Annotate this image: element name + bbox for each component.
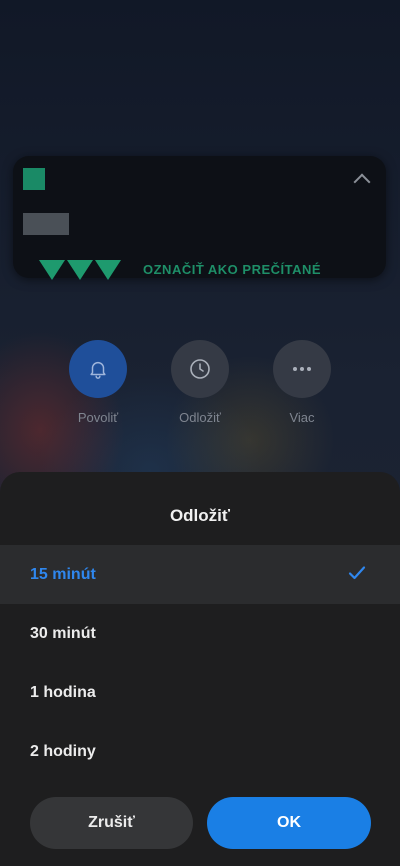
decoration-triangle xyxy=(95,260,121,280)
cancel-button[interactable]: Zrušiť xyxy=(30,797,193,849)
snooze-action[interactable]: Odložiť xyxy=(160,340,240,425)
option-15-minutes[interactable]: 15 minút xyxy=(0,545,400,604)
more-dots-icon xyxy=(293,367,311,371)
clock-icon xyxy=(190,359,210,379)
notification-card[interactable]: OZNAČIŤ AKO PREČÍTANÉ xyxy=(13,156,386,280)
snooze-label: Odložiť xyxy=(179,410,221,425)
snooze-bottom-sheet: Odložiť 15 minút 30 minút 1 hodina 2 hod… xyxy=(0,472,400,866)
option-label: 30 minút xyxy=(30,624,96,642)
option-1-hour[interactable]: 1 hodina xyxy=(0,663,400,722)
option-label: 1 hodina xyxy=(30,683,96,701)
more-action[interactable]: Viac xyxy=(262,340,342,425)
ok-button[interactable]: OK xyxy=(207,797,371,849)
snooze-button[interactable] xyxy=(171,340,229,398)
notification-content-blurred xyxy=(23,213,69,235)
more-label: Viac xyxy=(289,410,315,425)
more-button[interactable] xyxy=(273,340,331,398)
checkmark-icon xyxy=(348,566,366,580)
bell-icon xyxy=(90,361,106,379)
allow-label: Povoliť xyxy=(77,410,119,425)
option-2-hours[interactable]: 2 hodiny xyxy=(0,722,400,781)
decoration-triangle xyxy=(39,260,65,280)
option-30-minutes[interactable]: 30 minút xyxy=(0,604,400,663)
mark-as-read-action[interactable]: OZNAČIŤ AKO PREČÍTANÉ xyxy=(143,262,321,276)
decoration-triangle xyxy=(67,260,93,280)
option-label: 15 minút xyxy=(30,565,96,583)
allow-action[interactable]: Povoliť xyxy=(58,340,138,425)
allow-button[interactable] xyxy=(69,340,127,398)
app-icon xyxy=(23,168,45,190)
chevron-up-icon[interactable] xyxy=(353,173,371,191)
sheet-title: Odložiť xyxy=(169,506,231,525)
option-label: 2 hodiny xyxy=(30,742,96,760)
